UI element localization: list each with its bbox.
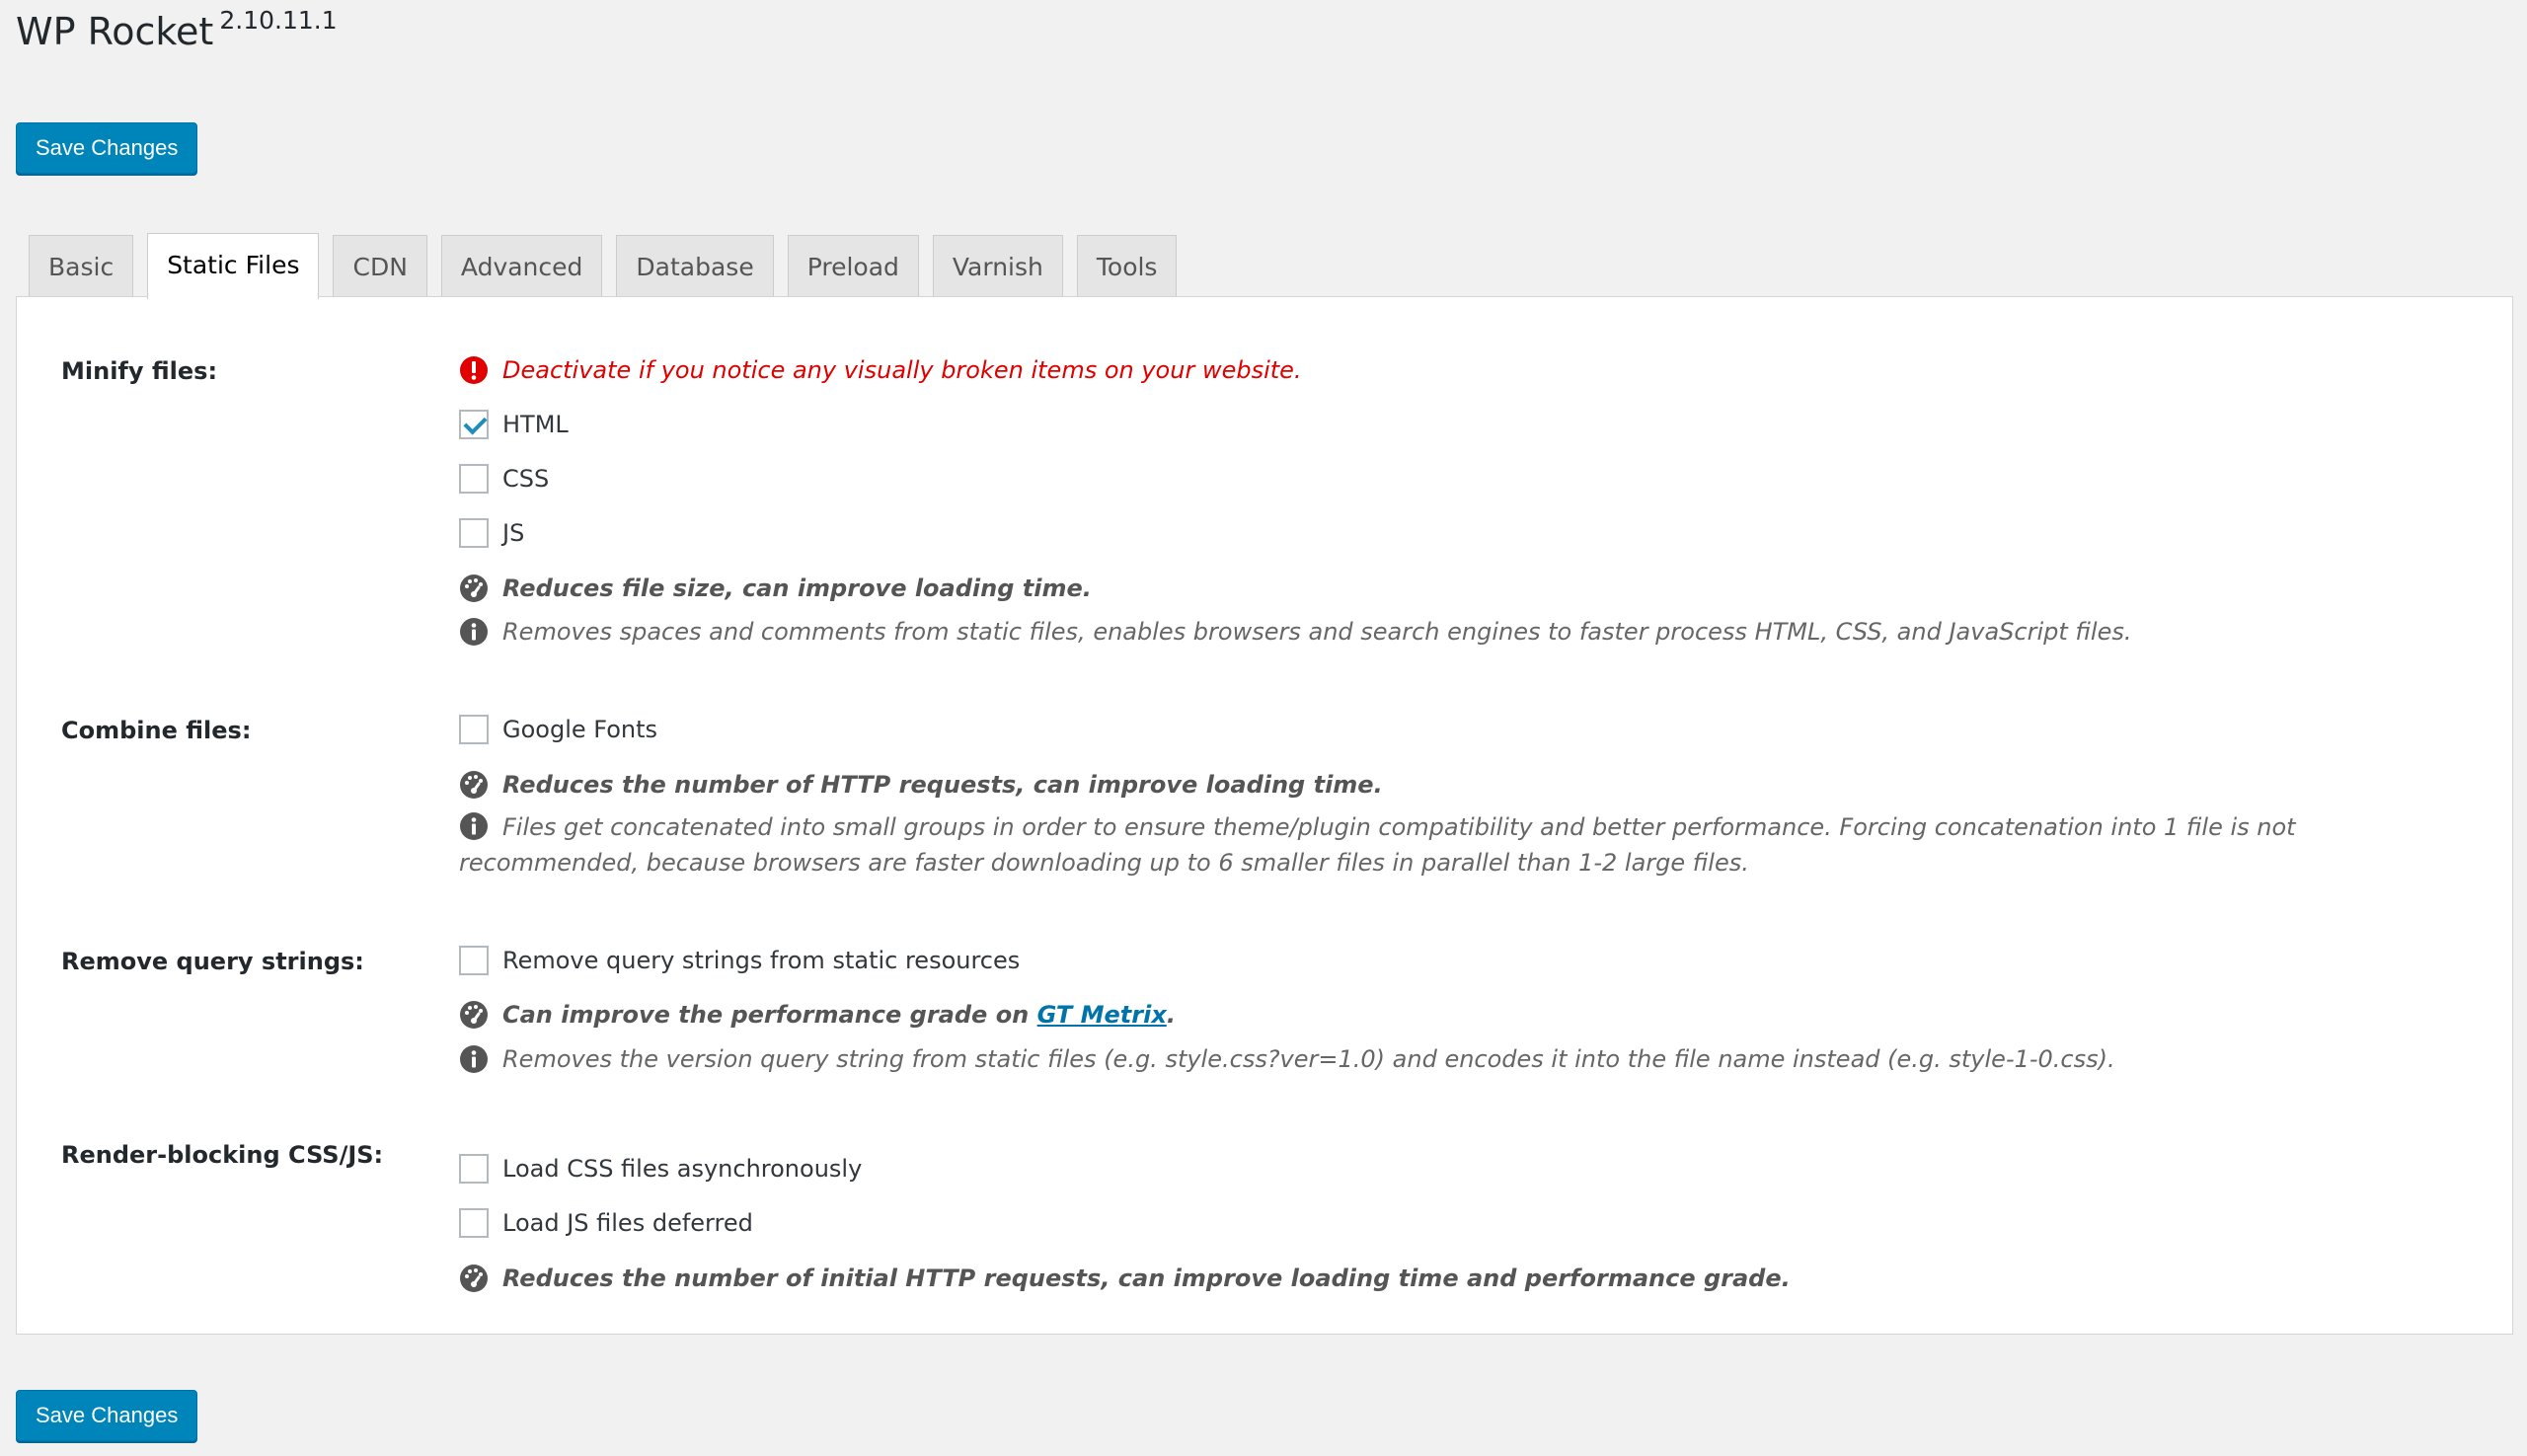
render-perf-note: Reduces the number of initial HTTP reque…: [459, 1264, 1791, 1293]
info-circle-icon: [460, 812, 488, 840]
minify-js-label[interactable]: JS: [502, 519, 524, 547]
tab-static-files[interactable]: Static Files: [147, 233, 320, 299]
tab-advanced[interactable]: Advanced: [440, 235, 603, 299]
tab-preload[interactable]: Preload: [787, 235, 919, 299]
load-css-async-label[interactable]: Load CSS files asynchronously: [502, 1155, 862, 1183]
minify-css-label[interactable]: CSS: [502, 465, 549, 493]
remove-query-strings-option[interactable]: Remove query strings from static resourc…: [459, 946, 1020, 975]
speedometer-icon: [460, 771, 488, 799]
minify-js-option[interactable]: JS: [459, 518, 524, 548]
plugin-name: WP Rocket: [16, 10, 214, 53]
speedometer-icon: [460, 1001, 488, 1029]
tab-varnish[interactable]: Varnish: [932, 235, 1063, 299]
minify-perf-text: Reduces file size, can improve loading t…: [502, 575, 1092, 602]
load-js-deferred-label[interactable]: Load JS files deferred: [502, 1209, 753, 1237]
render-blocking-label: Render-blocking CSS/JS:: [61, 1141, 384, 1169]
minify-warning: Deactivate if you notice any visually br…: [459, 355, 1302, 385]
save-changes-button-top[interactable]: Save Changes: [16, 122, 198, 174]
google-fonts-label[interactable]: Google Fonts: [502, 716, 657, 743]
minify-css-checkbox[interactable]: [459, 464, 489, 494]
query-perf-note: Can improve the performance grade on GT …: [459, 1000, 1176, 1030]
load-js-deferred-option[interactable]: Load JS files deferred: [459, 1208, 753, 1238]
combine-perf-text: Reduces the number of HTTP requests, can…: [502, 771, 1383, 799]
remove-query-strings-option-label[interactable]: Remove query strings from static resourc…: [502, 947, 1020, 974]
settings-tabs: Basic Static Files CDN Advanced Database…: [29, 233, 1178, 299]
combine-files-label: Combine files:: [61, 717, 252, 744]
load-css-async-option[interactable]: Load CSS files asynchronously: [459, 1154, 862, 1184]
minify-files-label: Minify files:: [61, 357, 218, 385]
render-perf-text: Reduces the number of initial HTTP reque…: [502, 1264, 1791, 1292]
save-changes-button-bottom[interactable]: Save Changes: [16, 1390, 198, 1441]
info-circle-icon: [460, 1045, 488, 1073]
minify-css-option[interactable]: CSS: [459, 464, 549, 494]
load-css-async-checkbox[interactable]: [459, 1154, 489, 1184]
google-fonts-checkbox[interactable]: [459, 715, 489, 744]
tab-cdn[interactable]: CDN: [333, 235, 427, 299]
remove-query-strings-label: Remove query strings:: [61, 948, 364, 975]
exclamation-circle-icon: [460, 356, 488, 384]
minify-js-checkbox[interactable]: [459, 518, 489, 548]
gt-metrix-link[interactable]: GT Metrix: [1037, 1001, 1167, 1029]
info-circle-icon: [460, 618, 488, 646]
settings-page: WP Rocket 2.10.11.1 Save Changes Basic St…: [0, 0, 2527, 1456]
page-title: WP Rocket 2.10.11.1: [16, 6, 338, 53]
tab-database[interactable]: Database: [616, 235, 774, 299]
tab-basic[interactable]: Basic: [29, 235, 134, 299]
combine-google-fonts-option[interactable]: Google Fonts: [459, 715, 657, 744]
combine-info-text: Files get concatenated into small groups…: [459, 813, 2296, 877]
minify-info-note: Removes spaces and comments from static …: [459, 617, 2131, 647]
query-info-note: Removes the version query string from st…: [459, 1044, 2115, 1074]
speedometer-icon: [460, 1264, 488, 1292]
query-perf-suffix: .: [1166, 1001, 1176, 1029]
minify-warning-text: Deactivate if you notice any visually br…: [502, 356, 1302, 384]
tab-tools[interactable]: Tools: [1076, 235, 1178, 299]
combine-info-note: Files get concatenated into small groups…: [459, 809, 2433, 881]
speedometer-icon: [460, 575, 488, 602]
minify-html-checkbox[interactable]: [459, 410, 489, 439]
load-js-deferred-checkbox[interactable]: [459, 1208, 489, 1238]
minify-html-option[interactable]: HTML: [459, 410, 569, 439]
query-info-text: Removes the version query string from st…: [502, 1045, 2115, 1073]
remove-query-strings-checkbox[interactable]: [459, 946, 489, 975]
settings-panel: Minify files: Deactivate if you notice a…: [16, 296, 2513, 1335]
plugin-version: 2.10.11.1: [219, 6, 338, 35]
combine-perf-note: Reduces the number of HTTP requests, can…: [459, 770, 1383, 800]
minify-html-label[interactable]: HTML: [502, 411, 569, 438]
minify-info-text: Removes spaces and comments from static …: [502, 618, 2132, 646]
minify-perf-note: Reduces file size, can improve loading t…: [459, 574, 1092, 603]
query-perf-prefix: Can improve the performance grade on: [502, 1001, 1037, 1029]
